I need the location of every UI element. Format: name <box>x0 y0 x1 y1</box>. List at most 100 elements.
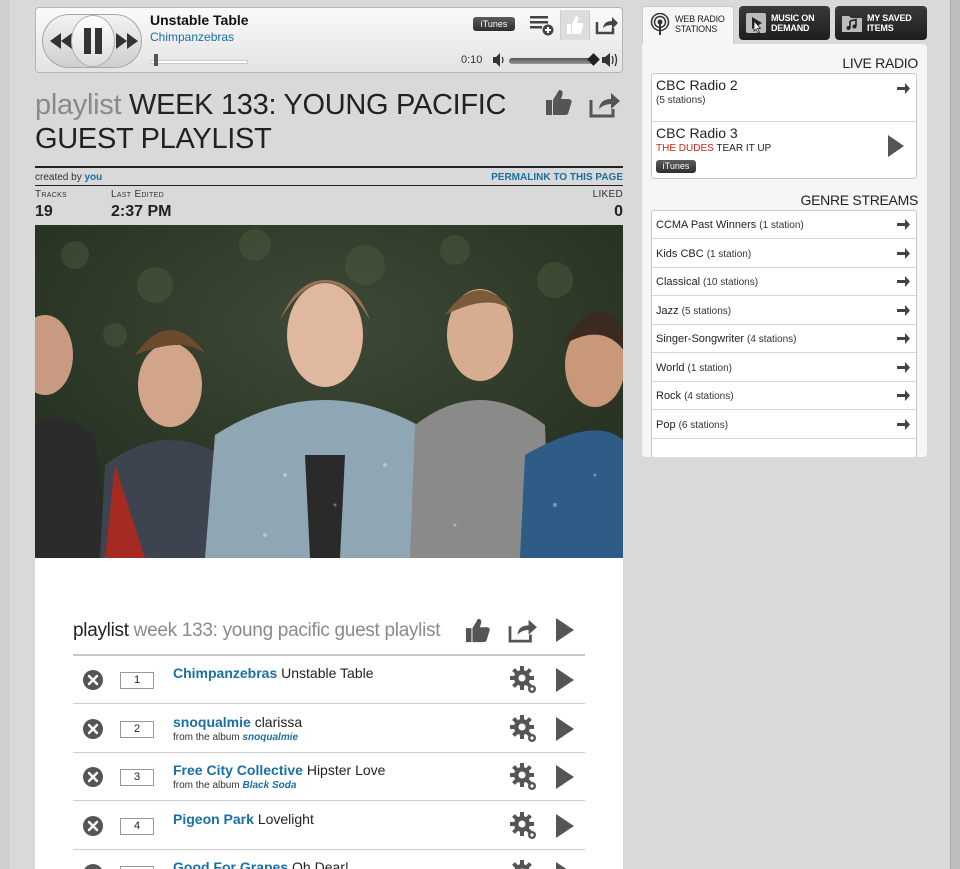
track-title-line: snoqualmie clarissa <box>173 714 302 730</box>
next-button[interactable] <box>113 15 141 67</box>
folder-music-icon <box>842 16 862 32</box>
play-icon[interactable] <box>555 667 575 693</box>
play-icon[interactable] <box>887 134 905 158</box>
genre-stream-item[interactable]: World (1 station) <box>652 354 916 382</box>
arrow-right-icon[interactable] <box>897 418 910 431</box>
genre-stream-item[interactable]: Singer-Songwriter (4 stations) <box>652 325 916 353</box>
genre-streams-list: CCMA Past Winners (1 station) Kids CBC (1 s… <box>651 210 917 457</box>
genre-stream-item[interactable]: Classical (10 stations) <box>652 268 916 296</box>
play-icon[interactable] <box>555 813 575 839</box>
add-to-playlist-button[interactable] <box>527 10 557 40</box>
track-album-line: from the album Black Soda <box>173 780 296 791</box>
tracks-count: 19 <box>35 203 53 220</box>
share-icon[interactable] <box>589 90 621 118</box>
live-station-cbc-radio-3[interactable]: CBC Radio 3 THE DUDES TEAR IT UP iTunes <box>652 122 916 180</box>
play-icon[interactable] <box>555 716 575 742</box>
genre-stream-item[interactable]: Kids CBC (1 station) <box>652 240 916 268</box>
remove-track-button[interactable] <box>83 670 103 690</box>
tab-my-saved-items[interactable]: MY SAVED ITEMS <box>835 6 927 40</box>
genre-stream-item[interactable]: Rock (4 stations) <box>652 382 916 410</box>
station-name: CBC Radio 2 <box>656 77 738 93</box>
gear-icon[interactable] <box>509 714 539 744</box>
remove-track-button[interactable] <box>83 815 103 836</box>
genre-title: Jazz <box>656 304 679 317</box>
live-radio-list: CBC Radio 2 (5 stations) CBC Radio 3 THE… <box>651 73 917 179</box>
gear-icon[interactable] <box>509 762 539 792</box>
close-icon <box>88 868 98 869</box>
remove-track-button[interactable] <box>83 767 103 787</box>
tab-web-radio-stations[interactable]: WEB RADIO STATIONS <box>642 6 734 46</box>
share-icon[interactable] <box>508 617 538 643</box>
gear-icon[interactable] <box>509 811 539 841</box>
genre-stream-item[interactable]: Pop (6 stations) <box>652 411 916 439</box>
pause-button[interactable] <box>71 15 115 67</box>
track-list-heading-title: week 133: young pacific guest playlist <box>133 620 441 641</box>
track-title-line: Good For Grapes Oh Dear! <box>173 859 349 869</box>
arrow-right-icon[interactable] <box>897 332 910 345</box>
arrow-right-icon[interactable] <box>897 218 910 231</box>
gear-icon[interactable] <box>509 665 539 695</box>
live-station-cbc-radio-2[interactable]: CBC Radio 2 (5 stations) <box>652 74 916 122</box>
track-artist-link[interactable]: Chimpanzebras <box>173 665 277 681</box>
tab-music-on-demand[interactable]: MUSIC ON DEMAND <box>739 6 830 40</box>
itunes-button[interactable]: iTunes <box>473 17 515 31</box>
album-link[interactable]: snoqualmie <box>242 732 298 743</box>
genre-station-count: (4 stations) <box>684 391 734 402</box>
track-position-input[interactable]: 3 <box>120 769 154 786</box>
play-icon[interactable] <box>555 764 575 790</box>
track-row[interactable]: 4 Pigeon Park Lovelight <box>73 802 585 850</box>
album-prefix: from the album <box>173 780 240 791</box>
track-row[interactable]: 5Good For Grapes Oh Dear! <box>73 850 585 869</box>
now-playing-artist[interactable]: Chimpanzebras <box>150 30 234 44</box>
meta-rule <box>35 185 623 186</box>
elapsed-time: 0:10 <box>461 54 483 66</box>
remove-track-button[interactable] <box>83 718 103 739</box>
volume-high-icon <box>602 53 618 67</box>
track-artist-link[interactable]: Pigeon Park <box>173 811 254 827</box>
track-artist-link[interactable]: Good For Grapes <box>173 859 288 869</box>
genre-station-count: (1 station) <box>706 248 752 260</box>
created-by-user-link[interactable]: you <box>84 172 102 183</box>
volume-slider[interactable] <box>509 58 597 64</box>
playlist-title: playlist WEEK 133: YOUNG PACIFIC GUEST P… <box>35 88 535 156</box>
station-name: CBC Radio 3 <box>656 125 738 141</box>
track-row[interactable]: 2 snoqualmie clarissa from the album snoqu… <box>73 705 585 753</box>
remove-track-button[interactable] <box>83 864 103 869</box>
track-row[interactable]: 3 Free City Collective Hipster Love from t… <box>73 753 585 801</box>
share-button[interactable] <box>592 10 622 40</box>
tab-saved-label-2: ITEMS <box>867 23 894 33</box>
arrow-right-icon[interactable] <box>897 82 910 95</box>
track-artist-link[interactable]: snoqualmie <box>173 714 251 730</box>
thumbs-up-icon[interactable] <box>465 617 491 643</box>
genre-name: Singer-Songwriter (4 stations) <box>656 333 797 345</box>
play-icon[interactable] <box>555 861 575 869</box>
seek-bar[interactable] <box>150 60 248 64</box>
tab-music-label-1: MUSIC ON <box>771 13 815 23</box>
arrow-right-icon[interactable] <box>897 361 910 374</box>
itunes-button[interactable]: iTunes <box>656 160 696 173</box>
permalink-link[interactable]: PERMALINK TO THIS PAGE <box>491 172 623 183</box>
track-position-input[interactable]: 2 <box>120 720 154 738</box>
arrow-right-icon[interactable] <box>897 304 910 317</box>
gear-icon[interactable] <box>509 859 539 869</box>
track-title: Hipster Love <box>306 762 386 778</box>
genre-stream-item[interactable]: Jazz (5 stations) <box>652 297 916 325</box>
fast-forward-icon <box>116 33 138 49</box>
track-artist-link[interactable]: Free City Collective <box>173 762 303 778</box>
album-link[interactable]: Black Soda <box>242 780 296 791</box>
seek-handle[interactable] <box>153 54 158 66</box>
arrow-right-icon[interactable] <box>897 389 910 402</box>
genre-stream-item[interactable]: CCMA Past Winners (1 station) <box>652 211 916 239</box>
track-row[interactable]: 1 Chimpanzebras Unstable Table <box>73 656 585 704</box>
like-button[interactable] <box>560 10 590 40</box>
play-all-icon[interactable] <box>555 617 575 643</box>
playlist-cover-photo <box>35 225 623 558</box>
now-playing-title: Unstable Table <box>150 12 249 28</box>
thumbs-up-icon[interactable] <box>545 88 573 116</box>
arrow-right-icon[interactable] <box>897 275 910 288</box>
last-edited-value: 2:37 PM <box>111 203 172 220</box>
track-position-input[interactable]: 1 <box>120 672 154 689</box>
arrow-right-icon[interactable] <box>897 247 910 260</box>
track-position-input[interactable]: 4 <box>120 817 154 835</box>
genre-name: Pop (6 stations) <box>656 419 728 431</box>
